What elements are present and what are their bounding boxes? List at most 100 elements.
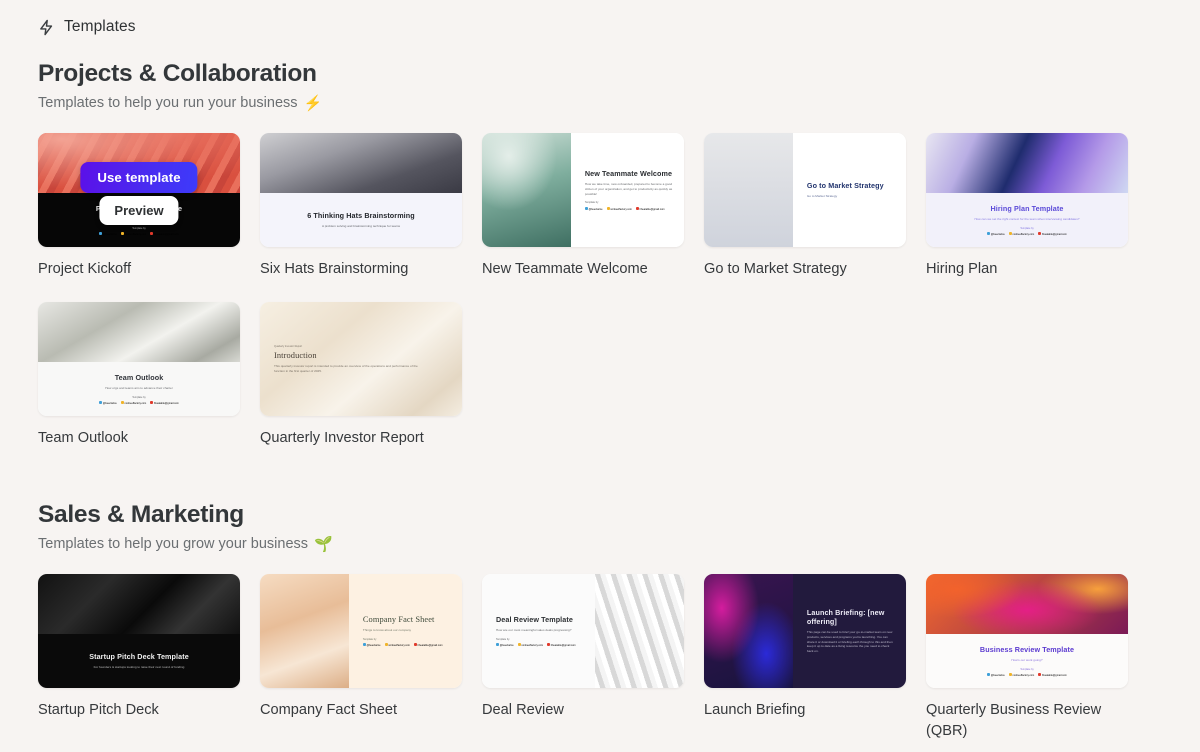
template-card[interactable]: Project Kickoff TemplateWhat do we want … [38,133,240,247]
template-card-wrapper: Go to Market Strategy Go to Market Strate… [704,133,906,280]
template-thumbnail: Company Fact Sheet Things to know about o… [260,574,462,688]
template-card-wrapper: Hiring Plan Template How can we set the r… [926,133,1128,280]
template-card-wrapper: Deal Review Template How are our most mea… [482,574,684,742]
credit-link: hbeatable@gmail.com [413,643,443,647]
template-credit: Template by [1020,667,1034,671]
template-subtitle: This page can be used to brief your go-t… [806,630,893,653]
template-card[interactable]: Launch Briefing: [new offering] This page… [704,574,906,688]
template-card[interactable]: Startup Pitch Deck Template For founders … [38,574,240,688]
template-thumbnail: Business Review Template How's our work g… [926,574,1128,688]
template-thumbnail: Hiring Plan Template How can we set the r… [926,133,1128,247]
template-title: Go to Market Strategy [806,181,884,191]
section-emoji-icon: ⚡ [303,94,323,112]
template-subtitle: How we take time, new onboarded, prepare… [584,182,673,196]
template-title: Introduction [274,350,317,360]
templates-page: Templates Projects & Collaboration Templa… [0,0,1200,752]
template-panel: Business Review Template How's our work g… [926,634,1128,688]
section-title: Sales & Marketing [38,501,244,528]
section-subtitle: Templates to help you run your business ⚡ [38,95,1200,111]
template-card-wrapper: Business Review Template How's our work g… [926,574,1128,742]
template-thumbnail: Go to Market Strategy Go to Market Strate… [704,133,906,247]
template-artwork [260,574,349,688]
template-card-label: Six Hats Brainstorming [260,261,409,277]
credit-link: @beeclarice [362,643,381,647]
template-artwork [482,133,571,247]
template-title: Company Fact Sheet [362,614,435,624]
template-card[interactable]: Hiring Plan Template How can we set the r… [926,133,1128,247]
template-title: Startup Pitch Deck Template [89,652,189,662]
credit-link: hbeatable@gmail.com [1038,232,1067,236]
template-card[interactable]: New Teammate Welcome How we take time, ne… [482,133,684,247]
section-subtitle: Templates to help you grow your business… [38,536,1200,552]
template-credit: Template by [362,637,377,641]
template-artwork [704,133,793,247]
template-grid: Startup Pitch Deck Template For founders … [38,574,1200,752]
template-credit-links: @beeclarice nonbeeffactory.com hbeatable… [584,206,665,211]
template-card-wrapper: Project Kickoff TemplateWhat do we want … [38,133,240,280]
template-card-label: Deal Review [482,702,564,718]
template-card[interactable]: Deal Review Template How are our most mea… [482,574,684,688]
template-card-label: Quarterly Investor Report [260,430,424,446]
template-credit: Template by [584,201,599,205]
template-subtitle: Go to Market Strategy [806,194,838,199]
preview-button[interactable]: Preview [99,196,179,225]
template-card-label: Hiring Plan [926,261,998,277]
template-subtitle: Things to know about our company [362,627,412,632]
template-thumbnail: 6 Thinking Hats Brainstorming A problem s… [260,133,462,247]
credit-link: @beeclarice [987,673,1005,677]
template-card-wrapper: Team Outlook How orgs and teams aim to ad… [38,302,240,449]
topbar: Templates [0,0,1200,42]
template-thumbnail: Launch Briefing: [new offering] This page… [704,574,906,688]
template-card[interactable]: Business Review Template How's our work g… [926,574,1128,688]
template-card-label: Go to Market Strategy [704,261,847,277]
credit-link: @beeclarice [987,232,1005,236]
template-panel: Hiring Plan Template How can we set the r… [926,193,1128,247]
template-card-label: Company Fact Sheet [260,702,398,718]
template-credit-links: @beeclarice nonbeeffactory.com hbeatable… [99,401,179,405]
credit-link: hbeatable@gmail.com [1038,673,1067,677]
template-credit-links: @beeclarice nonbeeffactory.com hbeatable… [496,643,576,647]
template-panel: Launch Briefing: [new offering] This page… [792,574,906,688]
zap-icon [38,19,55,36]
template-subtitle: For founders & startups looking to raise… [93,665,185,670]
credit-link: @beeclarice [584,206,603,211]
template-card-label: Launch Briefing [704,702,806,718]
template-title: Deal Review Template [496,614,573,624]
template-card[interactable]: Go to Market Strategy Go to Market Strate… [704,133,906,247]
template-panel: 6 Thinking Hats Brainstorming A problem s… [260,193,462,247]
template-artwork [704,574,793,688]
credit-link: nonbeeffactory.com [606,206,632,211]
template-subtitle: How can we set the right context for the… [974,217,1080,222]
section-subtitle-text: Templates to help you grow your business [38,536,309,552]
template-artwork [595,574,684,688]
template-card-wrapper: Launch Briefing: [new offering] This page… [704,574,906,742]
template-credit: Template by [1020,226,1034,230]
template-panel: Team Outlook How orgs and teams aim to ad… [38,362,240,416]
credit-link: hbeatable@gmail.com [150,401,179,405]
template-panel: New Teammate Welcome How we take time, ne… [570,133,684,247]
template-card-wrapper: Company Fact Sheet Things to know about o… [260,574,462,742]
credit-link: nonbeeffactory.com [1008,673,1034,677]
template-subtitle: How are our most meaningful sales deals … [496,627,572,632]
template-subtitle: How orgs and teams aim to advance their … [105,386,173,391]
template-card-label: Project Kickoff [38,261,132,277]
template-panel: Startup Pitch Deck Template For founders … [38,634,240,688]
credit-link: nonbeeffactory.com [120,401,146,405]
template-panel: Deal Review Template How are our most mea… [482,574,596,688]
template-card-wrapper: New Teammate Welcome How we take time, ne… [482,133,684,280]
credit-link: nonbeeffactory.com [1008,232,1034,236]
template-card[interactable]: Team Outlook How orgs and teams aim to ad… [38,302,240,416]
template-title: 6 Thinking Hats Brainstorming [307,211,415,221]
template-subtitle: This quarterly investor report is intend… [274,363,418,373]
template-credit: Template by [132,395,146,399]
template-thumbnail: Quarterly Investor Report Introduction Thi… [260,302,462,416]
template-card[interactable]: Company Fact Sheet Things to know about o… [260,574,462,688]
template-credit-links: @beeclarice nonbeeffactory.com hbeatable… [987,232,1067,236]
section-subtitle-text: Templates to help you run your business [38,95,298,111]
template-grid: Project Kickoff TemplateWhat do we want … [38,133,1200,471]
template-card-label: New Teammate Welcome [482,261,648,277]
use-template-button[interactable]: Use template [80,162,198,193]
template-card[interactable]: Quarterly Investor Report Introduction Thi… [260,302,462,416]
sections-container: Projects & Collaboration Templates to hel… [0,60,1200,752]
template-card[interactable]: 6 Thinking Hats Brainstorming A problem s… [260,133,462,247]
